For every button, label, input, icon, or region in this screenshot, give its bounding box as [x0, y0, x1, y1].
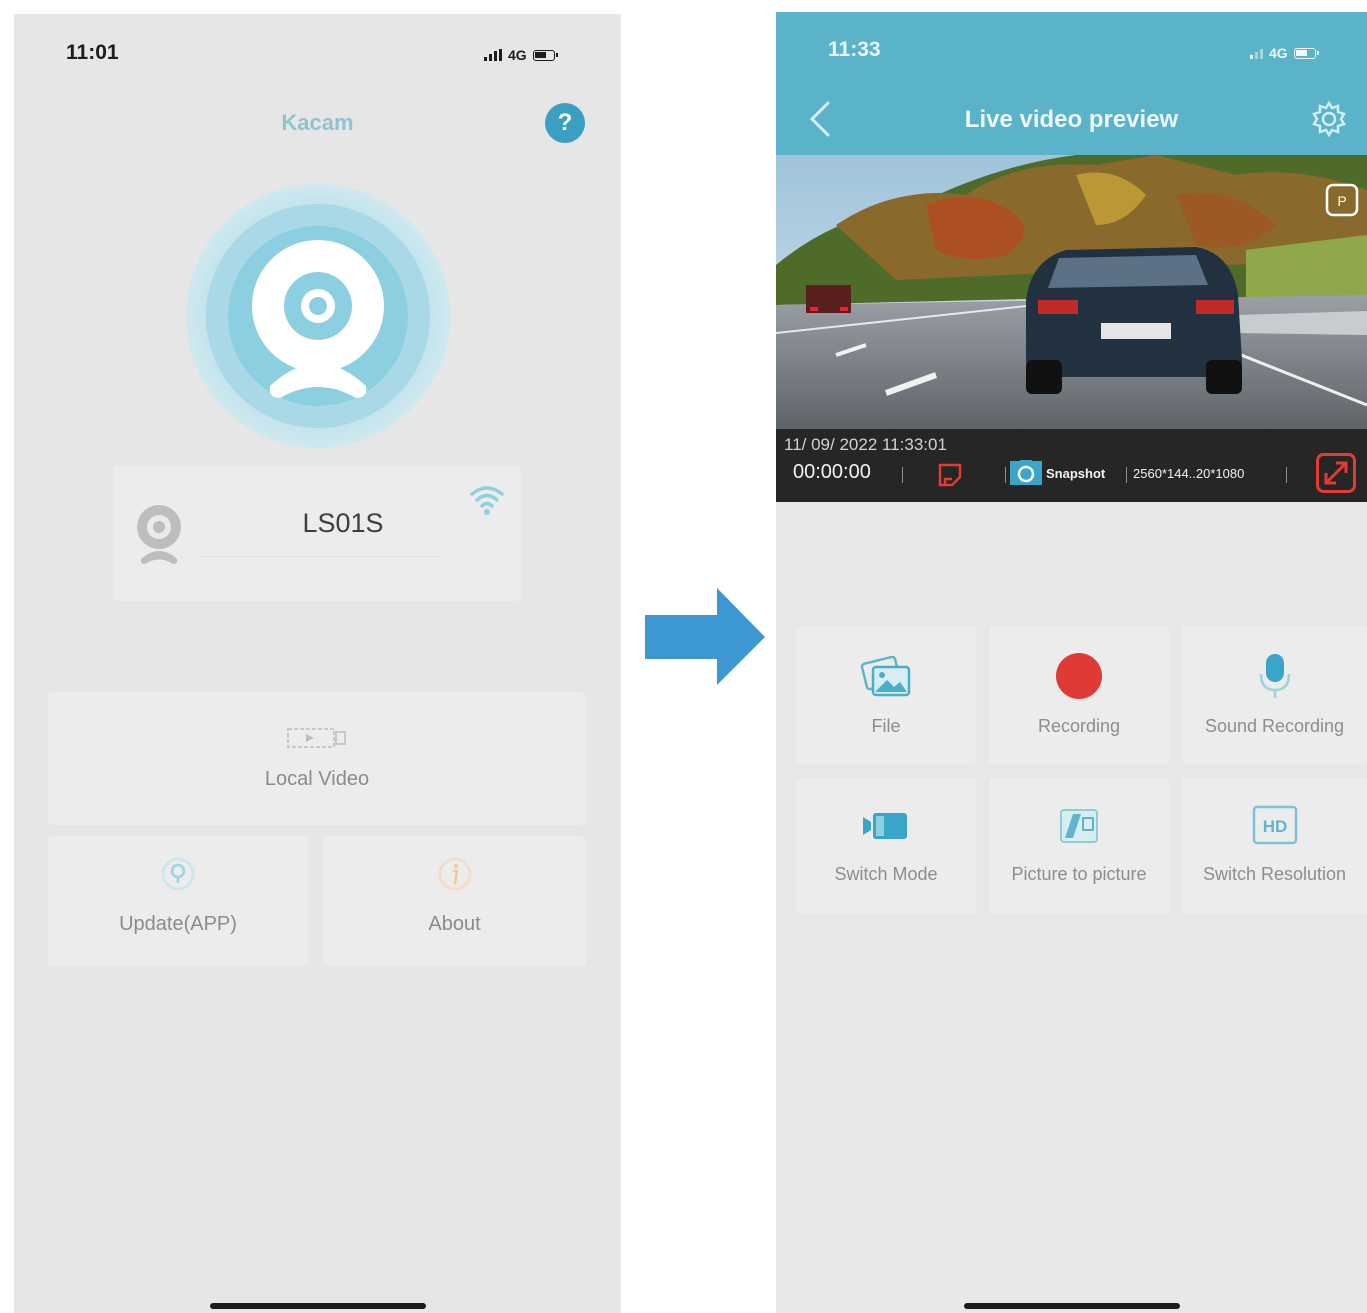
- preview-header: 11:33 4G Live video preview: [776, 12, 1367, 155]
- file-button[interactable]: File: [796, 626, 976, 764]
- device-name-divider: [201, 556, 441, 557]
- local-video-label: Local Video: [264, 768, 370, 790]
- hd-icon: HD: [1252, 805, 1297, 845]
- gallery-icon: [860, 656, 911, 697]
- battery-icon: [532, 49, 558, 61]
- resolution-label[interactable]: 2560*144..20*1080: [1133, 466, 1244, 481]
- divider: [902, 467, 903, 483]
- network-label: 4G: [1269, 45, 1288, 61]
- video-datetime: 11/ 09/ 2022 11:33:01: [784, 435, 947, 454]
- sd-card-icon[interactable]: [937, 462, 963, 488]
- device-card[interactable]: LS01S: [113, 466, 521, 601]
- picture-to-picture-button[interactable]: Picture to picture: [989, 778, 1169, 914]
- sound-recording-label: Sound Recording: [1204, 716, 1345, 736]
- status-indicators: 4G: [484, 47, 558, 63]
- camera-icon[interactable]: [1009, 460, 1043, 486]
- flow-arrow-icon: [645, 588, 765, 685]
- local-video-button[interactable]: Local Video: [48, 692, 586, 825]
- about-label: About: [428, 913, 481, 935]
- live-video-feed[interactable]: P: [776, 155, 1367, 429]
- switch-resolution-button[interactable]: HD Switch Resolution: [1182, 778, 1367, 914]
- live-preview-screen: 11:33 4G Live video preview P 11/ 09/ 20…: [776, 12, 1367, 1313]
- status-time: 11:33: [828, 38, 881, 61]
- sound-recording-button[interactable]: Sound Recording: [1182, 626, 1367, 764]
- recording-timer: 00:00:00: [793, 461, 871, 483]
- switch-resolution-label: Switch Resolution: [1202, 864, 1347, 884]
- update-icon: [161, 857, 195, 891]
- page-title: Live video preview: [964, 106, 1179, 133]
- network-label: 4G: [508, 47, 527, 63]
- battery-icon: [1293, 47, 1319, 59]
- status-indicators: 4G: [1250, 45, 1319, 61]
- switch-mode-label: Switch Mode: [834, 864, 938, 884]
- signal-icon: [484, 49, 502, 61]
- divider: [1126, 467, 1127, 483]
- device-name: LS01S: [302, 508, 384, 538]
- divider: [1286, 467, 1287, 483]
- home-indicator: [209, 1303, 426, 1309]
- home-screen: 11:01 4G Kacam ? LS01S Local Video Updat…: [14, 14, 621, 1313]
- picture-to-picture-label: Picture to picture: [1011, 864, 1147, 884]
- about-button[interactable]: About: [323, 836, 586, 966]
- wifi-icon: [470, 486, 504, 515]
- webcam-hero-icon: [186, 184, 450, 448]
- signal-icon: [1250, 47, 1263, 59]
- gear-icon[interactable]: [1310, 100, 1348, 138]
- file-label: File: [871, 716, 901, 736]
- recording-button[interactable]: Recording: [989, 626, 1169, 764]
- home-indicator: [963, 1303, 1180, 1309]
- status-time: 11:01: [66, 41, 119, 64]
- update-app-label: Update(APP): [119, 913, 237, 935]
- video-icon: [287, 728, 346, 748]
- video-camera-icon: [863, 813, 907, 839]
- pip-icon: [1060, 809, 1098, 843]
- hd-badge-label: HD: [1262, 817, 1287, 836]
- fullscreen-icon[interactable]: [1316, 453, 1356, 493]
- video-controls-bar: 11/ 09/ 2022 11:33:01 00:00:00 Snapshot …: [776, 429, 1367, 502]
- microphone-icon: [1259, 654, 1290, 698]
- info-icon: [438, 857, 472, 891]
- update-app-button[interactable]: Update(APP): [48, 836, 308, 966]
- pip-badge-label: P: [1337, 193, 1346, 209]
- snapshot-label[interactable]: Snapshot: [1046, 466, 1105, 481]
- divider: [1005, 467, 1006, 483]
- switch-mode-button[interactable]: Switch Mode: [796, 778, 976, 914]
- recording-label: Recording: [1037, 716, 1121, 736]
- app-title: Kacam: [281, 110, 354, 135]
- webcam-icon: [137, 505, 181, 564]
- record-icon: [1056, 653, 1102, 699]
- help-icon[interactable]: ?: [545, 103, 585, 143]
